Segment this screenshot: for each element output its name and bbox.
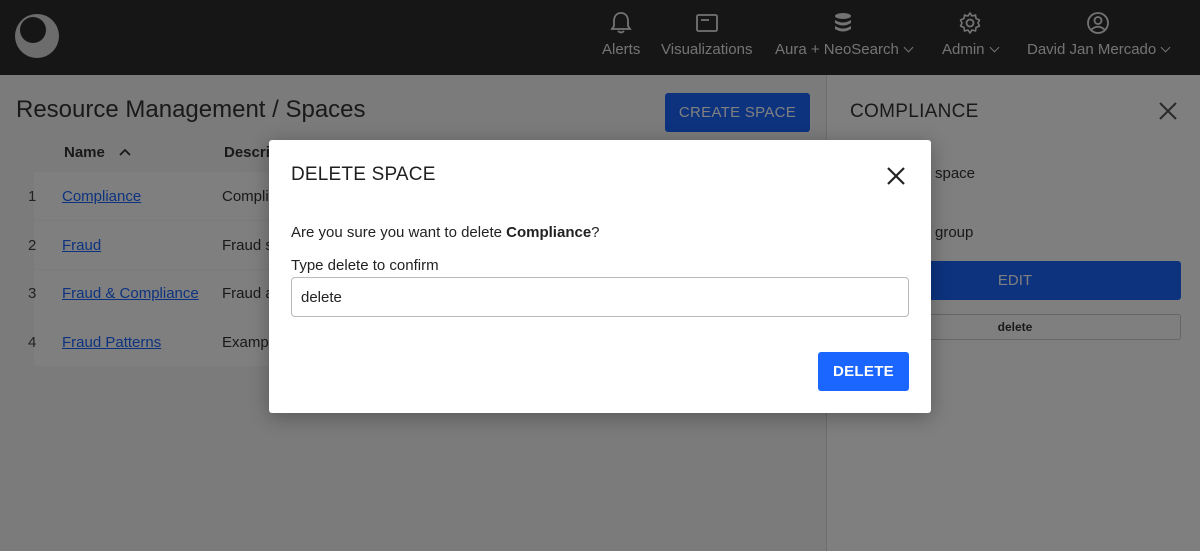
- close-icon[interactable]: [885, 165, 907, 187]
- delete-button[interactable]: DELETE: [818, 352, 909, 391]
- dialog-title: DELETE SPACE: [291, 164, 436, 185]
- confirm-question: Are you sure you want to delete Complian…: [291, 224, 600, 241]
- space-name: Compliance: [506, 224, 592, 241]
- confirm-input-label: Type delete to confirm: [291, 257, 439, 274]
- delete-space-dialog: DELETE SPACE Are you sure you want to de…: [269, 140, 931, 413]
- confirm-delete-input[interactable]: [291, 277, 909, 317]
